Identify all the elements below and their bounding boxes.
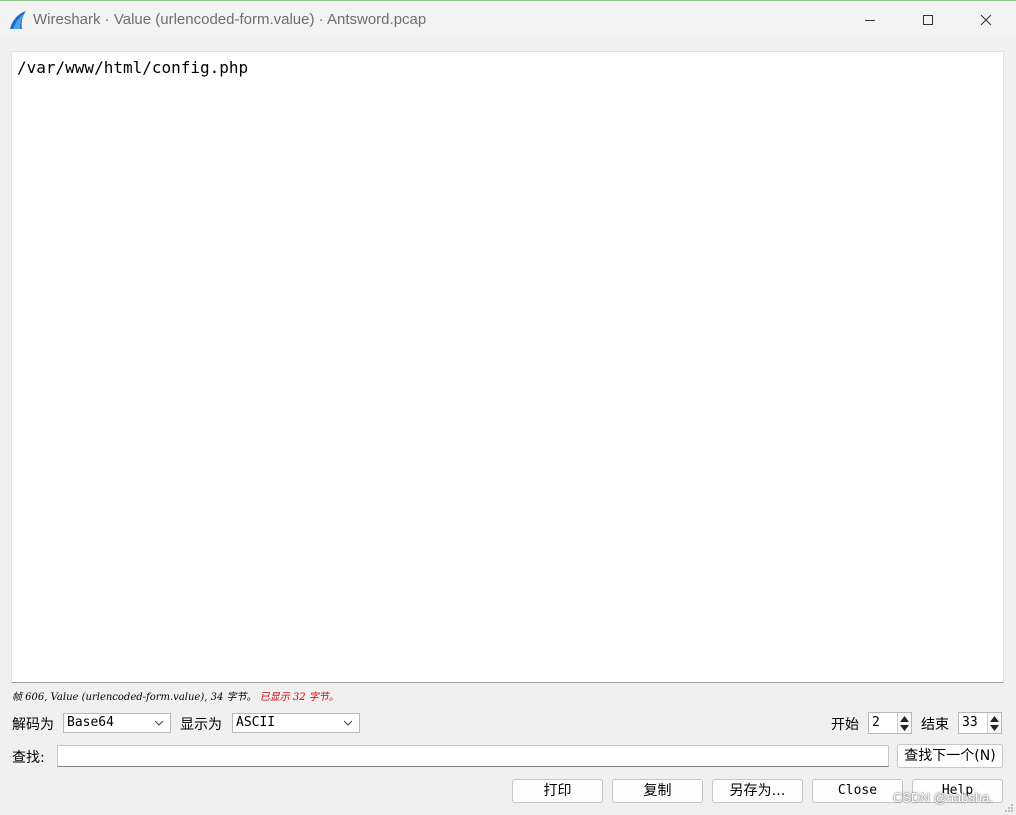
find-next-button[interactable]: 查找下一个(N): [897, 744, 1003, 768]
close-icon: [980, 14, 992, 25]
spin-up-icon: [900, 716, 909, 722]
end-spin-arrows[interactable]: [987, 713, 1001, 733]
start-spin-arrows[interactable]: [897, 713, 911, 733]
decode-as-label: 解码为: [12, 717, 54, 733]
save-as-button[interactable]: 另存为…: [712, 779, 803, 803]
maximize-icon: [923, 14, 933, 25]
minimize-button[interactable]: [841, 1, 899, 38]
find-label: 查找:: [12, 750, 45, 766]
status-shown: 已显示 32 字节。: [259, 692, 339, 703]
close-button[interactable]: Close: [812, 779, 903, 803]
resize-grip-icon[interactable]: [1004, 803, 1014, 813]
start-label: 开始: [831, 717, 859, 733]
spin-down-icon: [990, 725, 999, 731]
window-title: Wireshark · Value (urlencoded-form.value…: [33, 11, 427, 28]
minimize-icon: [865, 19, 875, 21]
wireshark-fin-icon: [10, 11, 26, 29]
value-text: /var/www/html/config.php: [17, 58, 249, 77]
close-window-button[interactable]: [957, 1, 1015, 38]
end-label: 结束: [921, 717, 949, 733]
show-as-label: 显示为: [180, 717, 222, 733]
show-as-select[interactable]: ASCII: [232, 713, 360, 733]
spin-up-icon: [990, 716, 999, 722]
decode-as-value: Base64: [67, 715, 114, 730]
title-bar: Wireshark · Value (urlencoded-form.value…: [0, 0, 1016, 38]
chevron-down-icon: [154, 720, 164, 726]
status-info: 帧 606, Value (urlencoded-form.value), 34…: [12, 692, 257, 703]
watermark: CSDN @nabsha.: [893, 790, 993, 805]
print-button[interactable]: 打印: [512, 779, 603, 803]
maximize-button[interactable]: [899, 1, 957, 38]
show-as-value: ASCII: [236, 715, 276, 730]
status-line: 帧 606, Value (urlencoded-form.value), 34…: [12, 688, 339, 703]
start-value: 2: [872, 715, 880, 730]
decode-as-select[interactable]: Base64: [63, 713, 171, 733]
chevron-down-icon: [343, 720, 353, 726]
spin-down-icon: [900, 725, 909, 731]
copy-button[interactable]: 复制: [612, 779, 703, 803]
start-spinbox[interactable]: 2: [868, 712, 912, 734]
end-spinbox[interactable]: 33: [958, 712, 1002, 734]
value-text-area[interactable]: /var/www/html/config.php: [11, 51, 1004, 683]
end-value: 33: [962, 715, 978, 730]
find-input[interactable]: [57, 745, 889, 767]
